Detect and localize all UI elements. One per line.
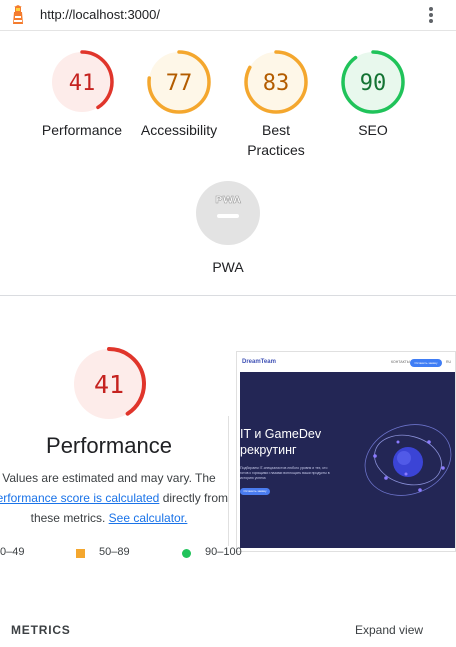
page-screenshot[interactable]: DreamTeam КОНТАКТЫ Оставить заявку RU IT… xyxy=(236,351,456,552)
screenshot-button: Оставить заявку xyxy=(410,359,442,367)
screenshot-hero: IT и GameDev рекрутинг Подбираем IT-спец… xyxy=(240,372,455,548)
metrics-heading: METRICS xyxy=(11,623,71,637)
performance-title: Performance xyxy=(46,433,172,458)
gauge-score: 90 xyxy=(360,71,387,96)
screenshot-brand: DreamTeam xyxy=(242,359,276,365)
gauge-performance[interactable]: 41 Performance xyxy=(34,49,130,140)
desc-line-3: these metrics. xyxy=(30,511,109,525)
page-url: http://localhost:3000/ xyxy=(40,7,160,22)
gauge-label: PWA xyxy=(212,259,244,275)
screenshot-menu: КОНТАКТЫ xyxy=(391,360,410,364)
gauge-label: Performance xyxy=(41,122,123,138)
lighthouse-icon xyxy=(13,5,23,24)
gauge-ring-icon: 41 xyxy=(72,347,146,421)
pwa-badge-icon: PWA xyxy=(196,181,260,245)
legend-pass-range: 90–100 xyxy=(205,546,242,558)
screenshot-heading: IT и GameDev рекрутинг xyxy=(240,426,321,458)
desc-line-2-tail: directly from xyxy=(159,491,229,505)
gauge-ring-icon: 90 xyxy=(341,50,405,114)
screenshot-heading-line-1: IT и GameDev xyxy=(240,427,322,441)
gauge-score: 83 xyxy=(263,71,290,96)
gauge-label: Best Practices xyxy=(247,122,305,158)
performance-score: 41 xyxy=(94,370,124,399)
address-bar: http://localhost:3000/ xyxy=(0,0,456,31)
expand-view-toggle[interactable]: Expand view xyxy=(355,623,423,637)
score-calculated-link[interactable]: performance score is calculated xyxy=(0,491,159,505)
gauge-best-practices[interactable]: 83 Best Practices xyxy=(228,49,324,160)
gauge-ring-icon: 77 xyxy=(147,50,211,114)
desc-line-1: Values are estimated and may vary. The xyxy=(2,471,216,485)
gauge-pwa[interactable]: PWA PWA xyxy=(180,180,276,277)
gauge-accessibility[interactable]: 77 Accessibility xyxy=(131,49,227,140)
screenshot-header: DreamTeam КОНТАКТЫ Оставить заявку RU xyxy=(237,352,455,372)
screenshot-lang: RU xyxy=(446,360,452,364)
legend-fail-range: 0–49 xyxy=(0,546,25,558)
pass-circle-icon xyxy=(182,549,191,558)
gauge-label: SEO xyxy=(358,122,388,138)
more-options-icon[interactable] xyxy=(424,6,438,26)
average-square-icon xyxy=(76,549,85,558)
performance-gauge-large: 41 xyxy=(71,346,147,422)
gauge-score: 41 xyxy=(69,71,96,96)
vertical-separator xyxy=(228,416,229,546)
gauge-label: Accessibility xyxy=(140,122,218,138)
gauge-ring-icon: 41 xyxy=(50,50,114,114)
gauge-ring-icon: 83 xyxy=(244,50,308,114)
see-calculator-link[interactable]: See calculator. xyxy=(109,511,188,525)
screenshot-heading-line-2: рекрутинг xyxy=(240,443,297,457)
gauge-score: 77 xyxy=(166,71,193,96)
planet-illustration-icon xyxy=(364,424,452,496)
pwa-badge-text: PWA xyxy=(215,195,241,206)
gauge-seo[interactable]: 90 SEO xyxy=(325,49,421,140)
section-divider xyxy=(0,295,456,296)
screenshot-paragraph: Подбираем IT-специалистов любого уровня … xyxy=(240,466,330,480)
screenshot-cta: Оставить заявку xyxy=(240,488,270,495)
performance-description: Values are estimated and may vary. The p… xyxy=(0,468,248,528)
legend-average-range: 50–89 xyxy=(99,546,130,558)
